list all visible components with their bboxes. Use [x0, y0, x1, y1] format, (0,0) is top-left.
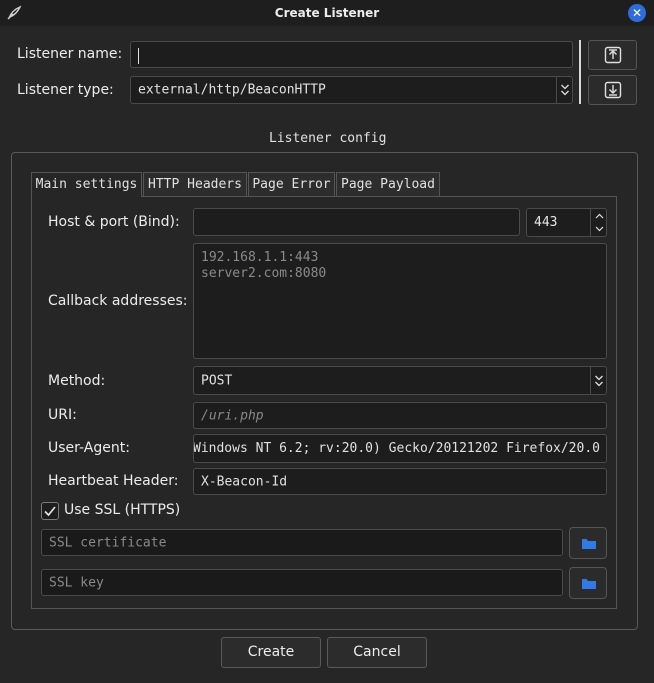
toolbar-divider — [579, 40, 581, 104]
create-button[interactable]: Create — [221, 637, 321, 668]
ssl-checkbox[interactable] — [41, 502, 59, 520]
text-caret — [138, 48, 139, 64]
ssl-certificate-input[interactable]: SSL certificate — [41, 529, 563, 556]
listener-name-input[interactable] — [130, 41, 573, 68]
callback-textarea[interactable]: 192.168.1.1:443 server2.com:8080 — [193, 243, 607, 359]
heartbeat-value: X-Beacon-Id — [201, 474, 288, 489]
tab-page-error[interactable]: Page Error — [248, 172, 335, 197]
callback-label: Callback addresses: — [48, 293, 188, 309]
close-icon[interactable]: ✕ — [628, 4, 646, 22]
title-bar: Create Listener ✕ — [0, 0, 654, 26]
heartbeat-input[interactable]: X-Beacon-Id — [193, 468, 607, 495]
cancel-button[interactable]: Cancel — [327, 637, 427, 668]
user-agent-input[interactable]: Windows NT 6.2; rv:20.0) Gecko/20121202 … — [193, 434, 607, 463]
user-agent-label: User-Agent: — [48, 440, 130, 456]
chevron-updown-icon — [556, 77, 572, 103]
browse-key-button[interactable] — [569, 567, 607, 599]
method-value: POST — [201, 373, 233, 388]
chevron-down-icon[interactable] — [591, 222, 607, 236]
heartbeat-label: Heartbeat Header: — [48, 473, 179, 489]
uri-placeholder: /uri.php — [201, 408, 264, 423]
user-agent-value: Windows NT 6.2; rv:20.0) Gecko/20121202 … — [193, 441, 600, 456]
port-spinbox[interactable]: 443 — [526, 208, 607, 237]
ssl-label: Use SSL (HTTPS) — [64, 502, 181, 518]
uri-label: URI: — [48, 407, 77, 423]
callback-placeholder-line: server2.com:8080 — [201, 266, 327, 281]
folder-icon — [582, 539, 596, 549]
method-select[interactable]: POST — [193, 366, 607, 395]
ssl-key-input[interactable]: SSL key — [41, 569, 563, 596]
listener-config-title: Listener config — [263, 130, 393, 148]
listener-type-label: Listener type: — [17, 82, 114, 98]
ssl-certificate-placeholder: SSL certificate — [49, 535, 167, 550]
download-icon — [604, 81, 621, 99]
port-value: 443 — [534, 215, 558, 230]
host-port-label: Host & port (Bind): — [48, 214, 180, 230]
checkmark-icon — [44, 506, 56, 517]
browse-certificate-button[interactable] — [569, 527, 607, 559]
upload-button[interactable] — [588, 40, 637, 70]
listener-type-value: external/http/BeaconHTTP — [138, 82, 326, 98]
ssl-key-placeholder: SSL key — [49, 575, 104, 590]
host-input[interactable] — [193, 208, 520, 236]
active-tab-joiner — [32, 196, 141, 198]
tab-main-settings[interactable]: Main settings — [31, 172, 142, 198]
uri-input[interactable]: /uri.php — [193, 402, 607, 429]
callback-placeholder-line: 192.168.1.1:443 — [201, 250, 319, 265]
listener-type-select[interactable]: external/http/BeaconHTTP — [130, 76, 573, 104]
chevron-updown-icon — [590, 367, 606, 394]
tab-http-headers[interactable]: HTTP Headers — [143, 172, 247, 197]
method-label: Method: — [48, 373, 106, 389]
upload-icon — [604, 46, 621, 64]
download-button[interactable] — [588, 75, 637, 105]
tab-page-payload[interactable]: Page Payload — [336, 172, 440, 197]
folder-icon — [582, 579, 596, 589]
window-title: Create Listener — [274, 6, 380, 20]
listener-name-label: Listener name: — [17, 46, 123, 62]
chevron-up-icon[interactable] — [591, 209, 607, 223]
